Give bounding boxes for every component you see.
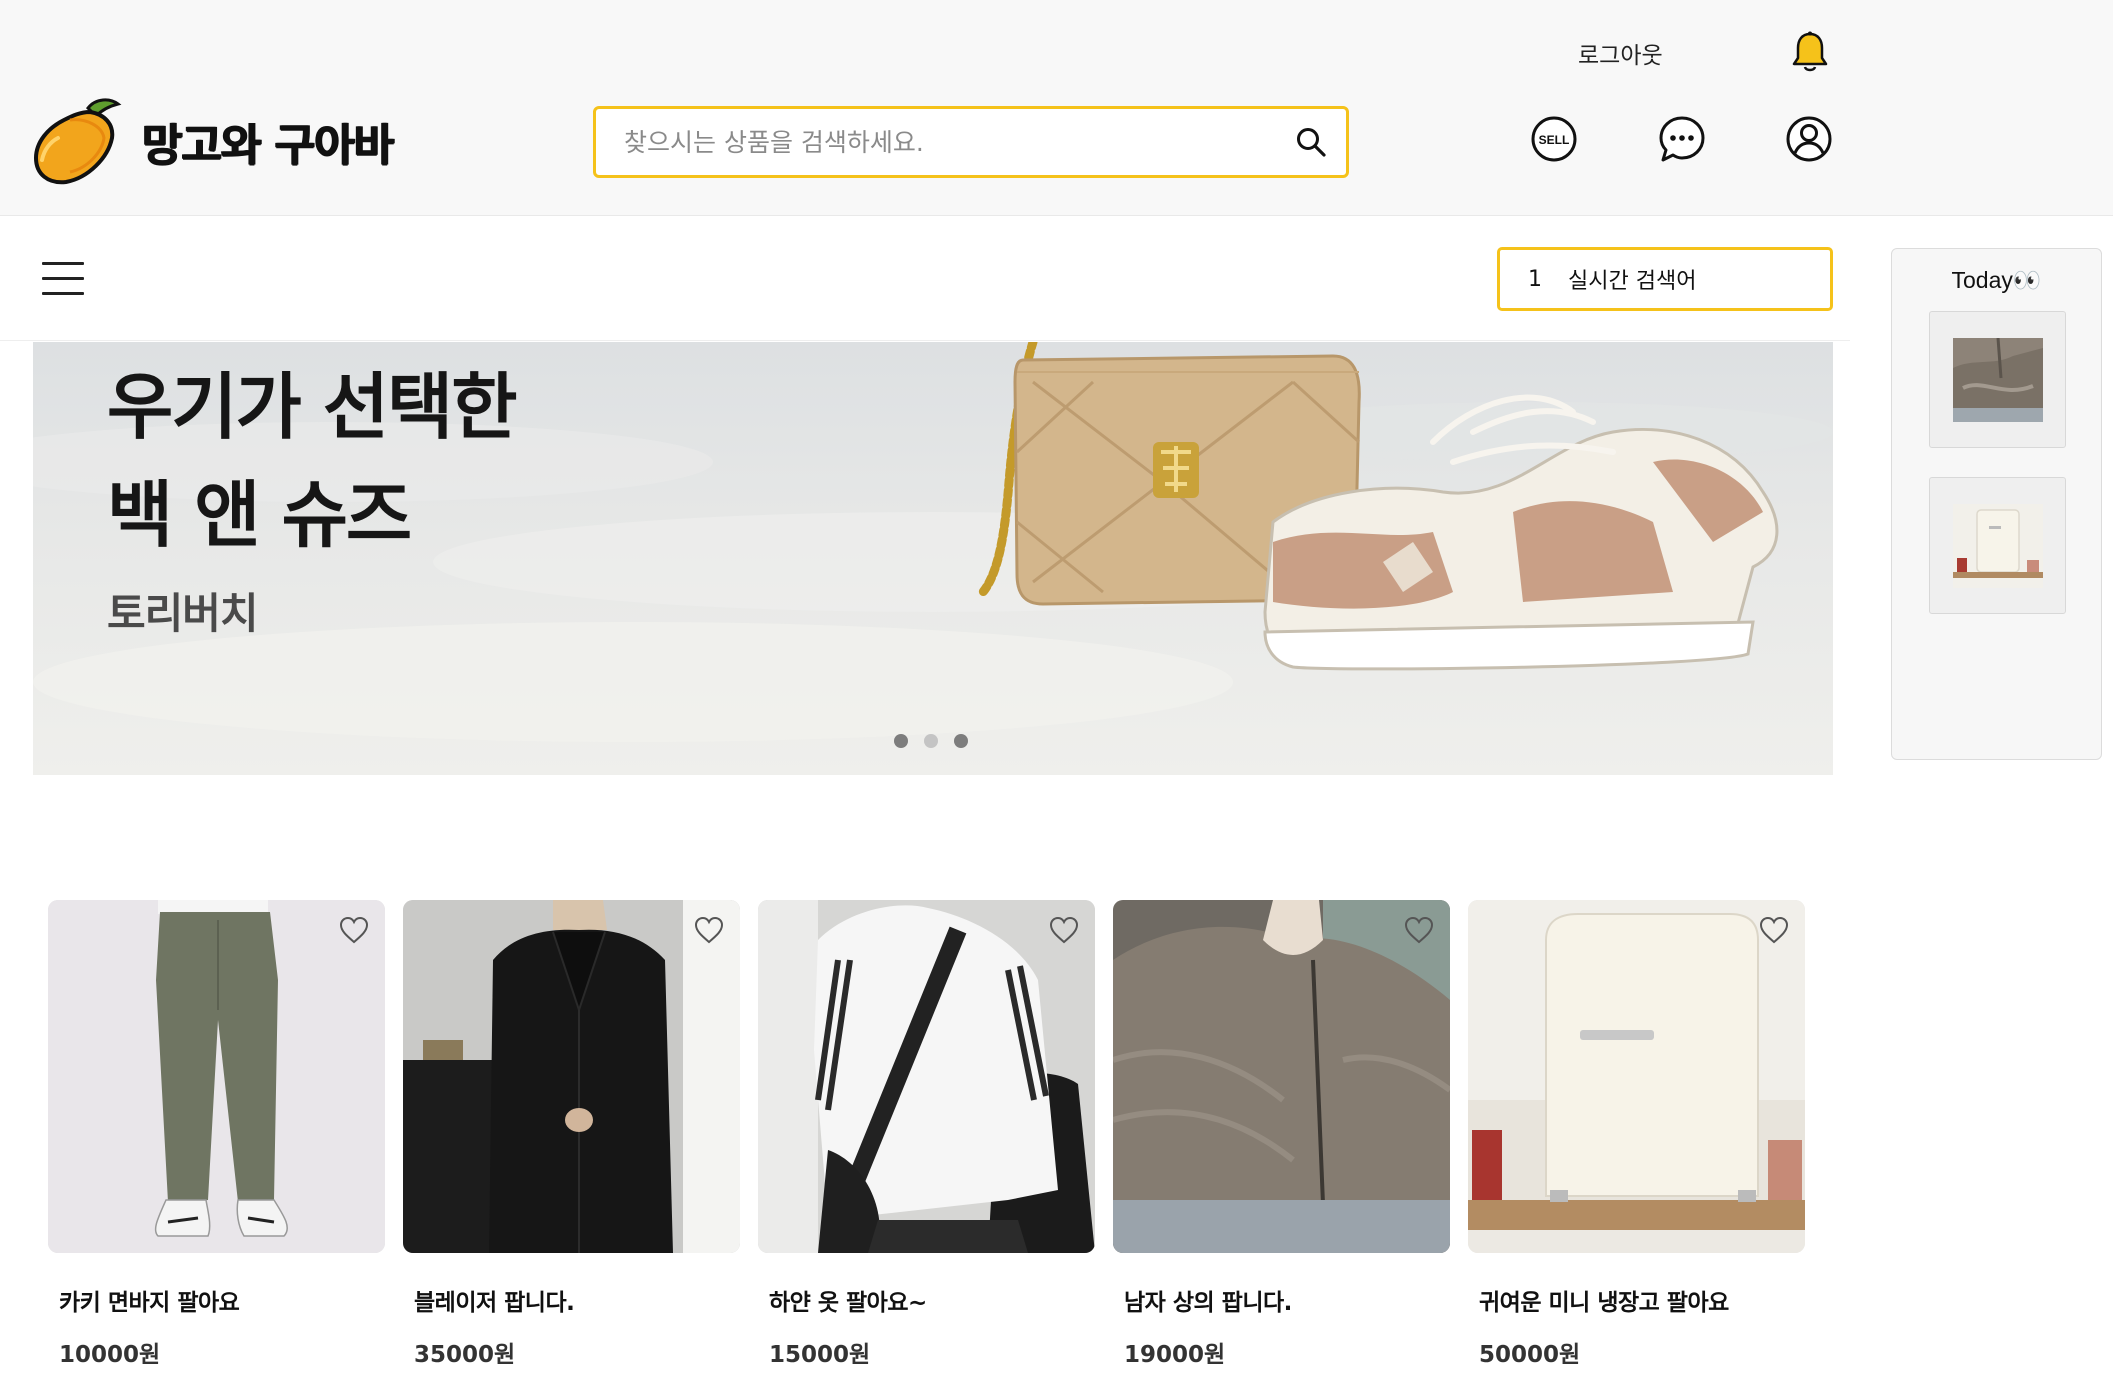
heart-icon[interactable]: [339, 916, 369, 944]
carousel-dot-2[interactable]: [924, 734, 938, 748]
black-blazer-photo: [403, 900, 740, 1253]
product-title: 남자 상의 팝니다.: [1124, 1290, 1292, 1316]
brand-name: 망고와 구아바: [142, 120, 394, 171]
mens-sweater-photo: [1113, 900, 1450, 1253]
search-bar: [593, 106, 1349, 178]
heart-icon[interactable]: [1759, 916, 1789, 944]
white-sweatshirt-photo: [758, 900, 1095, 1253]
product-price: 35000원: [414, 1342, 516, 1368]
recent-item-fridge[interactable]: [1929, 477, 2066, 614]
recent-item-thumbnail: [1952, 503, 2043, 588]
product-title: 카키 면바지 팔아요: [59, 1290, 240, 1316]
heart-icon[interactable]: [1404, 916, 1434, 944]
svg-text:SELL: SELL: [1539, 133, 1570, 147]
carousel-indicators: [894, 734, 968, 748]
today-title-text: Today: [1951, 267, 2013, 293]
khaki-pants-photo: [48, 900, 385, 1253]
product-card[interactable]: 남자 상의 팝니다. 19000원: [1113, 900, 1450, 1369]
product-card[interactable]: 귀여운 미니 냉장고 팔아요 50000원: [1468, 900, 1805, 1369]
recently-viewed-panel: Today👀: [1891, 248, 2102, 760]
today-title: Today👀: [1892, 267, 2101, 294]
product-price: 19000원: [1124, 1342, 1226, 1368]
product-image: [1113, 900, 1450, 1253]
search-button[interactable]: [1276, 109, 1346, 175]
banner-headline-line1: 우기가 선택한: [107, 365, 518, 449]
product-price: 15000원: [769, 1342, 871, 1368]
product-card[interactable]: 카키 면바지 팔아요 10000원: [48, 900, 385, 1369]
carousel-dot-3[interactable]: [954, 734, 968, 748]
sub-navigation: 1 실시간 검색어: [0, 217, 1850, 341]
logo[interactable]: 망고와 구아바: [30, 94, 394, 188]
product-title: 귀여운 미니 냉장고 팔아요: [1479, 1290, 1729, 1316]
hamburger-menu-icon[interactable]: [42, 262, 84, 296]
bag-and-shoes-image: [978, 342, 1779, 671]
realtime-search-label: 실시간 검색어: [1568, 269, 1697, 294]
product-image: [48, 900, 385, 1253]
user-icon[interactable]: [1785, 115, 1833, 163]
product-image: [403, 900, 740, 1253]
hero-banner[interactable]: 우기가 선택한 백 앤 슈즈 토리버치: [33, 342, 1833, 775]
banner-headline-line2: 백 앤 슈즈: [107, 473, 412, 557]
site-header: 망고와 구아바 로그아웃 SELL: [0, 0, 2113, 216]
search-input[interactable]: [596, 109, 1276, 175]
realtime-search-ranking[interactable]: 1 실시간 검색어: [1497, 247, 1833, 311]
recent-item-thumbnail: [1952, 337, 2043, 422]
logout-link[interactable]: 로그아웃: [1578, 36, 1663, 70]
chat-icon[interactable]: [1658, 115, 1706, 163]
recent-item-sweater[interactable]: [1929, 311, 2066, 448]
product-image: [1468, 900, 1805, 1253]
bell-icon[interactable]: [1790, 30, 1830, 74]
banner-brand: 토리버치: [107, 589, 259, 638]
product-card[interactable]: 블레이저 팝니다. 35000원: [403, 900, 740, 1369]
eyes-icon: 👀: [2012, 267, 2042, 293]
product-price: 50000원: [1479, 1342, 1581, 1368]
heart-icon[interactable]: [1049, 916, 1079, 944]
carousel-dot-1[interactable]: [894, 734, 908, 748]
product-image: [758, 900, 1095, 1253]
mango-logo-icon: [33, 98, 122, 185]
search-icon: [1297, 128, 1326, 157]
product-price: 10000원: [59, 1342, 161, 1368]
product-card[interactable]: 하얀 옷 팔아요~ 15000원: [758, 900, 1095, 1369]
mini-fridge-photo: [1468, 900, 1805, 1253]
sell-icon[interactable]: SELL: [1530, 115, 1578, 163]
realtime-rank-number: 1: [1528, 266, 1542, 292]
product-title: 블레이저 팝니다.: [414, 1290, 575, 1316]
product-grid: 카키 면바지 팔아요 10000원 블레이저 팝니다. 35000원 하얀 옷 …: [48, 900, 1805, 1369]
heart-icon[interactable]: [694, 916, 724, 944]
product-title: 하얀 옷 팔아요~: [769, 1290, 927, 1316]
